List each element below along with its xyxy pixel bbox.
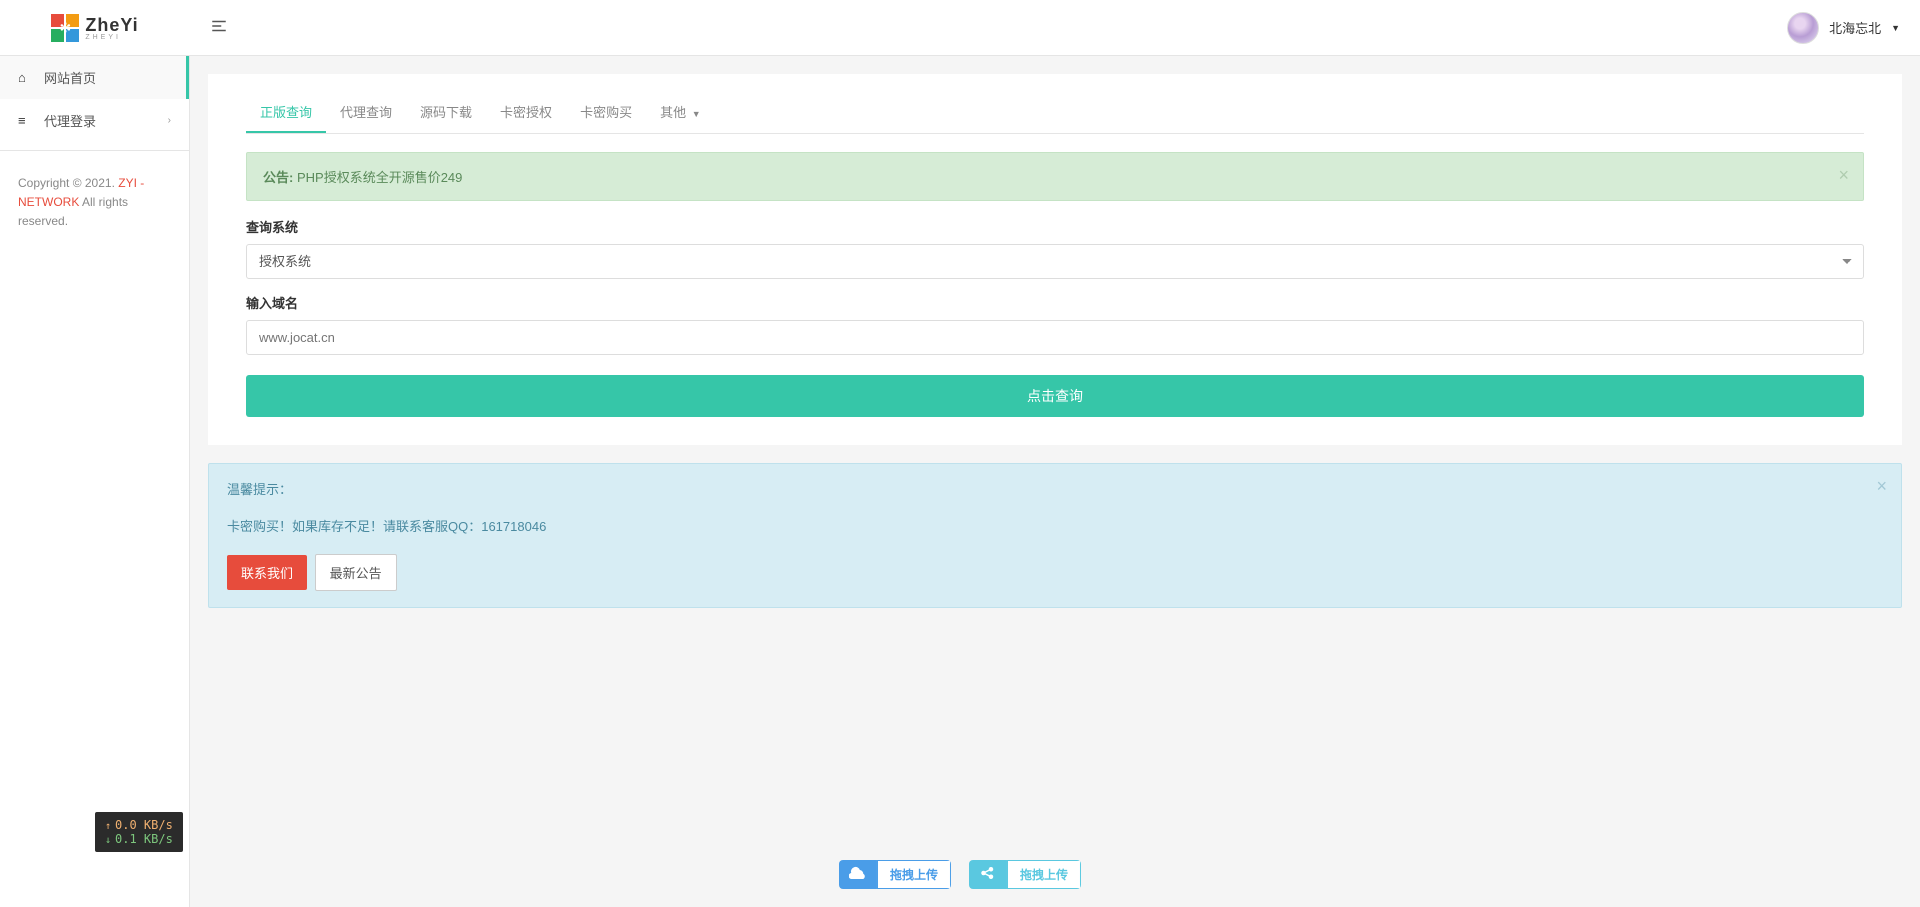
home-icon: ⌂: [18, 70, 32, 85]
system-label: 查询系统: [246, 217, 1864, 236]
menu-toggle-button[interactable]: [190, 17, 248, 38]
sidebar-item-agent-login[interactable]: ≡ 代理登录 ›: [0, 99, 189, 142]
chevron-right-icon: ›: [168, 115, 171, 126]
domain-label: 输入域名: [246, 293, 1864, 312]
system-field-group: 查询系统 授权系统: [246, 217, 1864, 279]
sidebar-item-label: 代理登录: [44, 111, 96, 130]
arrow-up-icon: ↑: [105, 821, 111, 832]
upload-badges: 拖拽上传 拖拽上传: [839, 860, 1081, 889]
share-icon: [969, 860, 1007, 889]
close-icon[interactable]: ×: [1838, 165, 1849, 186]
avatar: [1787, 12, 1819, 44]
sidebar-item-home[interactable]: ⌂ 网站首页: [0, 56, 189, 99]
upload-badge-label: 拖拽上传: [1007, 860, 1081, 889]
cloud-upload-icon: [839, 860, 877, 889]
tab-card-auth[interactable]: 卡密授权: [486, 92, 566, 133]
logo-text: ZheYi: [85, 15, 138, 35]
close-icon[interactable]: ×: [1876, 476, 1887, 497]
tabs: 正版查询 代理查询 源码下载 卡密授权 卡密购买 其他 ▼: [246, 92, 1864, 134]
chevron-down-icon: ▼: [1891, 23, 1900, 33]
tab-source-download[interactable]: 源码下载: [406, 92, 486, 133]
query-panel: 正版查询 代理查询 源码下载 卡密授权 卡密购买 其他 ▼ 公告: PHP授权系…: [208, 74, 1902, 445]
notice-text: PHP授权系统全开源售价249: [297, 170, 462, 185]
sidebar-item-label: 网站首页: [44, 68, 96, 87]
network-speed-widget: ↑0.0 KB/s ↓0.1 KB/s: [95, 812, 183, 852]
logo-area[interactable]: ✻ ZheYi ZHEYI: [0, 0, 190, 56]
chevron-down-icon: ▼: [692, 109, 701, 119]
logo-icon: ✻: [51, 14, 79, 42]
upload-badge-blue[interactable]: 拖拽上传: [839, 860, 951, 889]
header: ✻ ZheYi ZHEYI 北海忘北 ▼: [0, 0, 1920, 56]
upload-badge-cyan[interactable]: 拖拽上传: [969, 860, 1081, 889]
list-icon: ≡: [18, 113, 32, 128]
tips-title: 温馨提示：: [227, 480, 1883, 501]
user-menu[interactable]: 北海忘北 ▼: [1787, 12, 1920, 44]
upload-speed: ↑0.0 KB/s: [105, 818, 173, 832]
arrow-down-icon: ↓: [105, 835, 111, 846]
copyright: Copyright © 2021. ZYI - NETWORK All righ…: [0, 159, 189, 247]
tips-content: 卡密购买！如果库存不足！请联系客服QQ：161718046: [227, 517, 1883, 538]
tab-genuine-query[interactable]: 正版查询: [246, 92, 326, 133]
system-select[interactable]: 授权系统: [246, 244, 1864, 279]
notice-label: 公告:: [263, 170, 293, 185]
tips-panel: × 温馨提示： 卡密购买！如果库存不足！请联系客服QQ：161718046 联系…: [208, 463, 1902, 608]
divider: [0, 150, 189, 151]
upload-badge-label: 拖拽上传: [877, 860, 951, 889]
main-content: 正版查询 代理查询 源码下载 卡密授权 卡密购买 其他 ▼ 公告: PHP授权系…: [190, 56, 1920, 626]
domain-input[interactable]: [246, 320, 1864, 355]
sidebar: ⌂ 网站首页 ≡ 代理登录 › Copyright © 2021. ZYI - …: [0, 56, 190, 907]
download-speed: ↓0.1 KB/s: [105, 832, 173, 846]
submit-button[interactable]: 点击查询: [246, 375, 1864, 417]
contact-button[interactable]: 联系我们: [227, 555, 307, 590]
latest-news-button[interactable]: 最新公告: [315, 554, 397, 591]
tab-agent-query[interactable]: 代理查询: [326, 92, 406, 133]
notice-alert: 公告: PHP授权系统全开源售价249 ×: [246, 152, 1864, 201]
tab-other[interactable]: 其他 ▼: [646, 92, 715, 133]
hamburger-icon: [210, 17, 228, 35]
tab-card-buy[interactable]: 卡密购买: [566, 92, 646, 133]
domain-field-group: 输入域名: [246, 293, 1864, 355]
logo: ✻ ZheYi ZHEYI: [51, 14, 138, 42]
username: 北海忘北: [1829, 18, 1881, 37]
